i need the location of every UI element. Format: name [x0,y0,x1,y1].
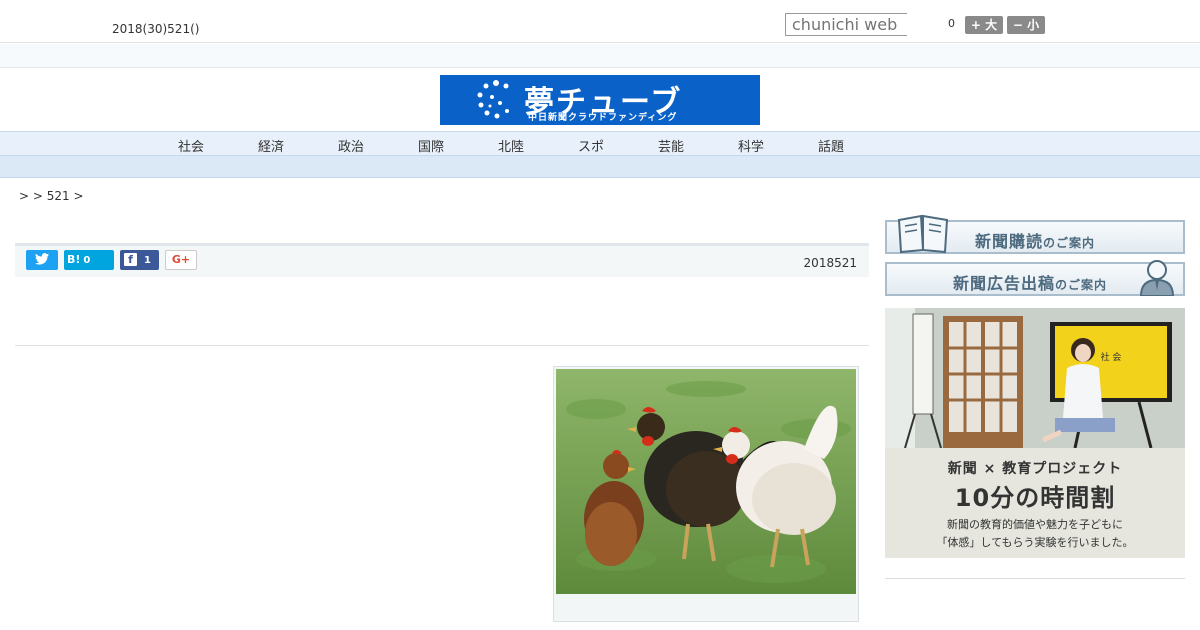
hatena-label: B! [67,253,81,266]
twitter-bird-icon [35,253,49,265]
article-photo-frame [553,366,859,622]
dots-circle-icon [477,80,509,119]
current-date: 2018(30)521() [112,22,200,36]
nav-item-8[interactable]: 科学 [738,136,764,155]
nav-item-3[interactable]: 政治 [338,136,364,155]
hatena-count: 0 [83,255,91,266]
nav-item-6[interactable]: スポ [578,136,604,155]
logo-subtitle: 中日新聞クラウドファンディング [528,113,678,123]
font-bigger-button[interactable]: + 大 [965,16,1003,34]
twitter-share-button[interactable] [26,250,58,270]
share-bar: B! 0 f1 G+ 2018521 [15,243,869,277]
banner-title: 10分の時間割 [954,484,1116,512]
search-input[interactable] [785,13,907,36]
nav-item-1[interactable]: 社会 [178,136,204,155]
subscribe-label: 新聞購読のご案内 [975,232,1096,251]
sub-nav-bar [0,156,1200,178]
top-bar: 2018(30)521() 0 + 大 − 小 [0,0,1200,43]
sub-header-bar [0,44,1200,68]
facebook-icon: f [124,252,137,266]
facebook-share-button[interactable]: f1 [120,250,159,270]
facebook-count: 1 [144,255,151,266]
newspaper-advertise-button[interactable]: 新聞広告出稿のご案内 [885,260,1185,296]
nav-item-2[interactable]: 経済 [258,136,284,155]
screen-text: 社 会 [1101,351,1122,363]
nav-item-9[interactable]: 話題 [818,136,844,155]
banner-line3: 新聞の教育的価値や魅力を子どもに [947,518,1123,531]
site-logo[interactable]: 夢チューブ 中日新聞クラウドファンディング [440,75,760,125]
content-divider [15,345,869,346]
breadcrumb[interactable]: > > 521 > [19,189,84,203]
advertise-label: 新聞広告出稿のご案内 [953,274,1108,293]
font-smaller-button[interactable]: − 小 [1007,16,1045,34]
hatena-bookmark-button[interactable]: B! 0 [64,250,114,270]
banner-line4: 「体感」してもらう実験を行いました。 [936,536,1134,549]
newspaper-subscribe-button[interactable]: 新聞購読のご案内 [885,214,1185,254]
nav-item-4[interactable]: 国際 [418,136,444,155]
article-date: 2018521 [803,256,857,270]
education-project-banner[interactable]: 社 会 新聞 × 教育プロジェクト 10分の時間割 新聞の教育的価値や魅力を子ど… [885,308,1185,558]
counter-text: 0 [948,17,955,30]
classroom-photo: 社 会 [885,308,1185,448]
businessman-icon [1139,260,1175,296]
chickens-photo [556,369,856,594]
sidebar-divider [885,578,1185,579]
main-nav: 社会 経済 政治 国際 北陸 スポ 芸能 科学 話題 [0,131,1200,156]
newspaper-book-icon [897,214,949,254]
google-plus-share-button[interactable]: G+ [165,250,197,270]
banner-line1: 新聞 × 教育プロジェクト [947,461,1123,477]
nav-item-5[interactable]: 北陸 [498,136,524,155]
nav-item-7[interactable]: 芸能 [658,136,684,155]
